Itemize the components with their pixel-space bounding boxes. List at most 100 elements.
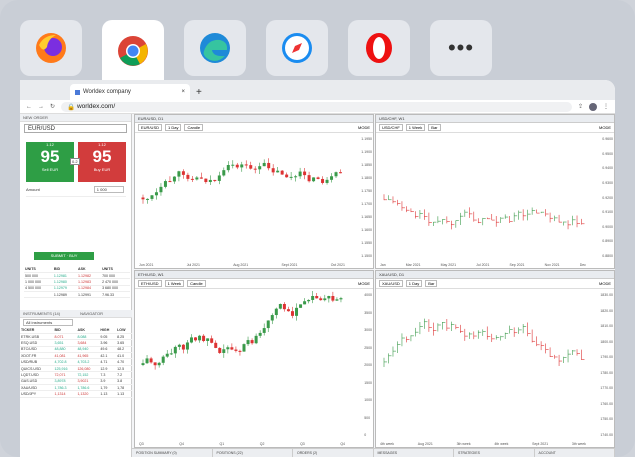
candle-body <box>307 299 311 302</box>
url-text: worldex.com/ <box>76 103 116 110</box>
y-axis: 1.1950 1.1900 1.1850 1.1800 1.1750 1.1700 1.16… <box>361 137 372 258</box>
chart-panel[interactable]: USD/CHF, W1 USD/CHF 1 Week Bar MODE 0.9600 0.… <box>375 114 615 269</box>
chart-type-select[interactable]: Candle <box>184 124 204 131</box>
candle-body <box>258 166 262 170</box>
browser-tab[interactable]: Worldex company × <box>70 84 190 100</box>
bottom-tab[interactable]: MESSAGES <box>374 449 454 457</box>
bottom-tab[interactable]: ORDERS (2) <box>293 449 374 457</box>
candle-body <box>218 347 222 353</box>
avatar[interactable] <box>589 102 597 111</box>
submit-button[interactable]: SUBMIT · BUY <box>34 252 94 260</box>
candle-body <box>199 177 203 179</box>
candle-body <box>208 179 212 183</box>
firefox-icon[interactable] <box>20 20 82 76</box>
candle-body <box>303 171 307 176</box>
reload-icon[interactable]: ↻ <box>50 103 55 110</box>
candle-body <box>270 315 274 321</box>
table-row[interactable]: 1.12989 1.12991 7.96.33 <box>24 291 130 299</box>
edge-icon[interactable] <box>184 20 246 76</box>
y-tick-label: 0.9200 <box>602 195 613 200</box>
mode-button[interactable]: MODE <box>358 125 370 130</box>
mode-button[interactable]: MODE <box>599 281 611 286</box>
buy-label: Buy EUR <box>93 167 111 172</box>
table-cell: 1.13 <box>99 390 117 398</box>
menu-icon[interactable]: ⋮ <box>603 103 609 110</box>
chart-plot[interactable] <box>137 290 351 440</box>
x-tick-label: Jul 2021 <box>186 263 200 267</box>
navigator-tab[interactable]: NAVIGATOR <box>80 311 103 316</box>
buy-price: 95 <box>92 147 112 166</box>
x-tick-label: Q4 <box>179 442 184 446</box>
safari-icon[interactable] <box>266 20 328 76</box>
candle-body <box>230 347 234 350</box>
candle-body <box>177 344 181 347</box>
chart-title: EUR/USD, D1 <box>135 115 373 123</box>
chart-symbol-select[interactable]: ETH/USD <box>138 280 162 287</box>
sell-label: Sell EUR <box>41 167 59 172</box>
chrome-icon[interactable] <box>102 20 164 82</box>
opera-icon[interactable] <box>348 20 410 76</box>
x-axis: Jan Mar 2021 May 2021 Jul 2021 Sep 2021 Nov 2… <box>380 263 586 267</box>
forward-icon[interactable]: → <box>38 104 44 110</box>
url-field[interactable]: 🔒 worldex.com/ <box>61 101 572 112</box>
chart-type-select[interactable]: Bar <box>425 280 438 287</box>
candle-body <box>258 332 262 336</box>
chart-panel[interactable]: XAU/USD, D1 XAU/USD 1 Day Bar MODE 1830.00 18… <box>375 270 615 448</box>
candle-body <box>316 177 320 179</box>
chart-symbol-select[interactable]: EUR/USD <box>138 124 163 131</box>
y-tick-label: 1.1850 <box>361 163 372 167</box>
mode-button[interactable]: MODE <box>599 125 611 130</box>
mode-button[interactable]: MODE <box>358 281 370 286</box>
chart-plot[interactable] <box>137 134 351 261</box>
candle-body <box>234 349 238 351</box>
y-tick-label: 1820.00 <box>600 308 613 313</box>
x-tick-label: Nov 2021 <box>544 263 560 267</box>
timeframe-select[interactable]: 1 Day <box>405 280 423 287</box>
market-depth: UNITS BID ASK UNITS 500 000 1.12981 1.12982 700… <box>24 266 130 299</box>
instruments-tab[interactable]: INSTRUMENTS (14) <box>23 311 60 316</box>
candle-body <box>161 356 165 363</box>
more-icon[interactable]: ••• <box>430 20 492 76</box>
new-tab-button[interactable]: + <box>196 87 202 98</box>
candle-body <box>226 165 230 171</box>
chart-symbol-select[interactable]: USD/CHF <box>379 124 403 131</box>
bottom-tab[interactable]: ACCOUNT <box>535 449 615 457</box>
candle-body <box>244 164 248 166</box>
buy-button[interactable]: 1.12 95 Buy EUR <box>78 142 126 182</box>
table-row[interactable]: USD/JPY 1,1314 1,1320 1.13 1.13 <box>20 390 132 398</box>
y-tick-label: 1810.00 <box>600 324 613 329</box>
chart-panel[interactable]: ETH/USD, W1 ETH/USD 1 Week Candle MODE 4000 3… <box>134 270 374 448</box>
address-bar: ← → ↻ 🔒 worldex.com/ ⇪ ⋮ <box>20 100 615 114</box>
chart-type-select[interactable]: Bar <box>428 124 441 131</box>
back-icon[interactable]: ← <box>26 104 32 110</box>
y-tick-label: 0.9300 <box>602 180 613 185</box>
candle-body <box>262 328 266 333</box>
candle-body <box>246 340 250 345</box>
chart-plot[interactable] <box>378 134 592 261</box>
bottom-tab[interactable]: POSITIONS (22) <box>213 449 293 457</box>
chart-symbol-select[interactable]: XAU/USD <box>379 280 403 287</box>
bottom-tab[interactable]: POSITION SUMMARY (0) <box>132 449 213 457</box>
timeframe-select[interactable]: 1 Week <box>164 280 185 287</box>
chart-panel[interactable]: EUR/USD, D1 EUR/USD 1 Day Candle MODE 1.1950… <box>134 114 374 269</box>
x-axis: Jun 2021 Jul 2021 Aug 2021 Sept 2021 Oct 202… <box>139 263 345 267</box>
candle-body <box>267 162 271 169</box>
chart-type-select[interactable]: Candle <box>187 280 206 287</box>
y-tick-label: 3500 <box>364 310 372 315</box>
bottom-tab[interactable]: STRATEGIES <box>454 449 535 457</box>
close-icon[interactable]: × <box>181 89 185 95</box>
candle-body <box>181 171 185 175</box>
candle-body <box>311 296 315 300</box>
timeframe-select[interactable]: 1 Day <box>165 124 182 131</box>
y-tick-label: 1760.00 <box>600 401 613 406</box>
candle-body <box>194 337 198 341</box>
symbol-select[interactable]: EUR/USD <box>24 124 127 133</box>
candle-body <box>327 296 331 299</box>
y-tick-label: 1.1600 <box>361 228 372 232</box>
chart-plot[interactable] <box>378 290 592 440</box>
share-icon[interactable]: ⇪ <box>578 103 583 110</box>
timeframe-select[interactable]: 1 Week <box>405 124 426 131</box>
sell-button[interactable]: 1.12 95 Sell EUR <box>26 142 74 182</box>
instrument-filter[interactable]: All instruments <box>23 319 73 326</box>
amount-input[interactable]: 1 000 <box>93 186 124 193</box>
